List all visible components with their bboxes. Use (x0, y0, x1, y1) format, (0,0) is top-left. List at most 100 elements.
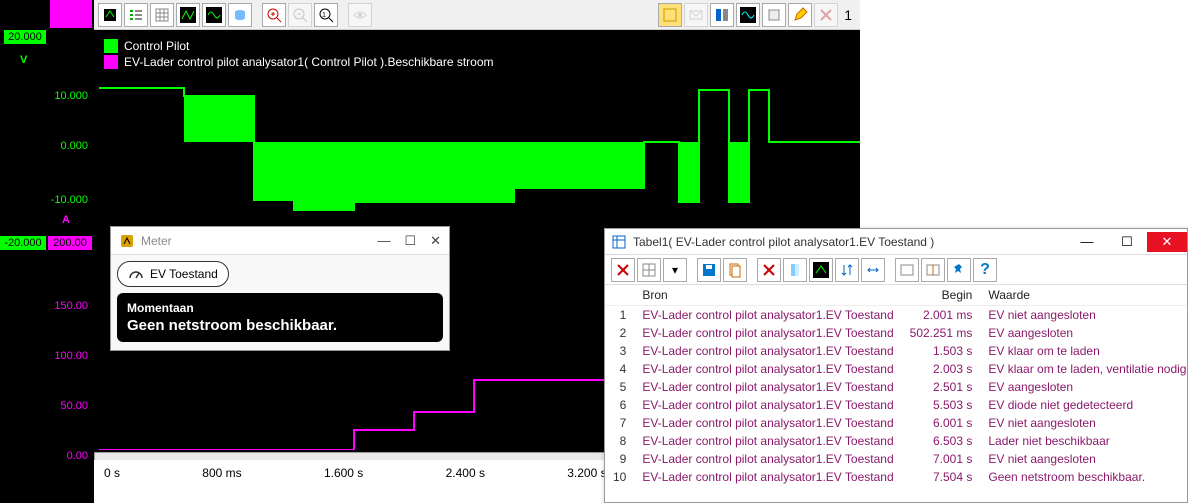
tbl-window-1[interactable] (895, 258, 919, 282)
cell-bron: EV-Lader control pilot analysator1.EV To… (634, 450, 901, 468)
tbl-sort[interactable] (835, 258, 859, 282)
table-row[interactable]: 4EV-Lader control pilot analysator1.EV T… (605, 360, 1187, 378)
cell-begin: 5.503 s (902, 396, 981, 414)
tool-wave-a[interactable] (176, 3, 200, 27)
legend-label-1: Control Pilot (124, 39, 189, 53)
scope-toolbar: 1 1 (94, 0, 860, 30)
table-row[interactable]: 8EV-Lader control pilot analysator1.EV T… (605, 432, 1187, 450)
badge-vmin: -20.000 (0, 236, 46, 250)
table-row[interactable]: 2EV-Lader control pilot analysator1.EV T… (605, 324, 1187, 342)
eye-icon[interactable] (348, 3, 372, 27)
cell-waarde: EV klaar om te laden (980, 342, 1187, 360)
table-row[interactable]: 1EV-Lader control pilot analysator1.EV T… (605, 306, 1187, 325)
cell-begin: 7.001 s (902, 450, 981, 468)
zoom-out[interactable] (288, 3, 312, 27)
tool-mode-1[interactable] (98, 3, 122, 27)
meter-window[interactable]: Meter — ☐ ✕ EV Toestand Momentaan Geen n… (110, 226, 450, 351)
note-icon[interactable] (658, 3, 682, 27)
cell-bron: EV-Lader control pilot analysator1.EV To… (634, 468, 901, 486)
cell-waarde: Lader niet beschikbaar (980, 432, 1187, 450)
table-minimize[interactable]: — (1067, 232, 1107, 252)
zoom-in[interactable] (262, 3, 286, 27)
close-icon[interactable]: ✕ (430, 233, 441, 249)
cell-bron: EV-Lader control pilot analysator1.EV To… (634, 342, 901, 360)
zoom-reset[interactable]: 1 (314, 3, 338, 27)
tbl-pin[interactable] (947, 258, 971, 282)
table-maximize[interactable]: ☐ (1107, 232, 1147, 252)
tbl-help[interactable]: ? (973, 258, 997, 282)
tool-grid[interactable] (150, 3, 174, 27)
table-title-text: Tabel1( EV-Lader control pilot analysato… (633, 235, 934, 249)
tool-wave-b[interactable] (202, 3, 226, 27)
unit-v: V (20, 54, 27, 66)
table-window[interactable]: Tabel1( EV-Lader control pilot analysato… (604, 228, 1188, 503)
badge-vmax: 20.000 (4, 30, 46, 44)
tbl-grid[interactable] (637, 258, 661, 282)
ytick-a: 0.00 (67, 450, 88, 462)
table-row[interactable]: 3EV-Lader control pilot analysator1.EV T… (605, 342, 1187, 360)
table-close[interactable]: ✕ (1147, 232, 1187, 252)
wave-tool[interactable] (736, 3, 760, 27)
cell-n: 9 (605, 450, 634, 468)
col-waarde[interactable]: Waarde (980, 285, 1187, 306)
tbl-delete[interactable] (611, 258, 635, 282)
cell-begin: 6.001 s (902, 414, 981, 432)
tbl-col-a[interactable] (783, 258, 807, 282)
cell-begin: 502.251 ms (902, 324, 981, 342)
tick-1: 800 ms (202, 466, 241, 490)
meter-titlebar[interactable]: Meter — ☐ ✕ (111, 227, 449, 255)
legend-swatch-green (104, 39, 118, 53)
maximize-icon[interactable]: ☐ (404, 233, 416, 249)
table-titlebar[interactable]: Tabel1( EV-Lader control pilot analysato… (605, 229, 1187, 255)
col-bron[interactable]: Bron (634, 285, 901, 306)
legend-swatch-magenta (104, 55, 118, 69)
table-row[interactable]: 10EV-Lader control pilot analysator1.EV … (605, 468, 1187, 486)
cell-waarde: Geen netstroom beschikbaar. (980, 468, 1187, 486)
pencil-icon[interactable] (788, 3, 812, 27)
tick-3: 2.400 s (446, 466, 485, 490)
col-n[interactable] (605, 285, 634, 306)
meter-title-text: Meter (141, 234, 172, 248)
cell-bron: EV-Lader control pilot analysator1.EV To… (634, 432, 901, 450)
ytick-a: 100.00 (54, 350, 88, 362)
meter-tab[interactable]: EV Toestand (117, 261, 229, 287)
ytick-v: 0.000 (60, 140, 88, 152)
minimize-icon[interactable]: — (377, 233, 390, 249)
tool-extra[interactable] (762, 3, 786, 27)
tbl-width[interactable] (861, 258, 885, 282)
cell-n: 5 (605, 378, 634, 396)
mail-icon[interactable] (684, 3, 708, 27)
cell-bron: EV-Lader control pilot analysator1.EV To… (634, 414, 901, 432)
cell-begin: 6.503 s (902, 432, 981, 450)
cell-waarde: EV aangesloten (980, 324, 1187, 342)
cell-n: 1 (605, 306, 634, 325)
meter-head: Momentaan (127, 301, 433, 315)
meter-value: Geen netstroom beschikbaar. (127, 317, 433, 334)
table-row[interactable]: 6EV-Lader control pilot analysator1.EV T… (605, 396, 1187, 414)
tbl-copy[interactable] (723, 258, 747, 282)
col-begin[interactable]: Begin (902, 285, 981, 306)
ch-toggle[interactable] (710, 3, 734, 27)
y-axis-panel: 20.000 V A -20.000 200.00 10.0000.000-10… (0, 0, 94, 503)
table-row[interactable]: 7EV-Lader control pilot analysator1.EV T… (605, 414, 1187, 432)
tbl-dropdown[interactable]: ▾ (663, 258, 687, 282)
svg-text:1: 1 (322, 12, 326, 19)
tbl-col-b[interactable] (809, 258, 833, 282)
cell-begin: 7.504 s (902, 468, 981, 486)
table-row[interactable]: 5EV-Lader control pilot analysator1.EV T… (605, 378, 1187, 396)
ytick-a: 50.00 (60, 400, 88, 412)
meter-tab-label: EV Toestand (150, 267, 218, 281)
table-scroll[interactable]: Bron Begin Waarde 1EV-Lader control pilo… (605, 285, 1187, 503)
tbl-save[interactable] (697, 258, 721, 282)
tool-list[interactable] (124, 3, 148, 27)
tbl-window-2[interactable] (921, 258, 945, 282)
tbl-clear[interactable] (757, 258, 781, 282)
cell-bron: EV-Lader control pilot analysator1.EV To… (634, 306, 901, 325)
delete-x[interactable] (814, 3, 838, 27)
tick-4: 3.200 s (567, 466, 606, 490)
cell-begin: 2.501 s (902, 378, 981, 396)
cell-n: 8 (605, 432, 634, 450)
ytick-v: 10.000 (54, 90, 88, 102)
table-row[interactable]: 9EV-Lader control pilot analysator1.EV T… (605, 450, 1187, 468)
tool-db[interactable] (228, 3, 252, 27)
